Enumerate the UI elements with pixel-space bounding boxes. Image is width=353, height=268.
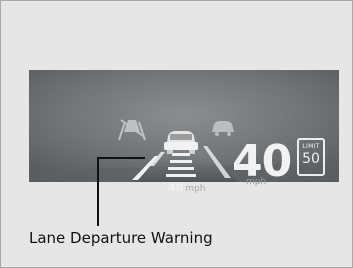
- speed-unit: mph: [246, 177, 267, 187]
- callout-leader-horizontal: [97, 157, 145, 159]
- hud-scene: [29, 70, 339, 182]
- speed-limit-sign: LIMIT 50: [297, 138, 325, 176]
- hud-display: [29, 70, 339, 182]
- acc-set-speed-value: 40: [168, 181, 184, 194]
- callout-leader-vertical: [97, 158, 99, 226]
- speed-limit-label: LIMIT: [302, 143, 320, 150]
- acc-set-speed: 40 mph: [168, 181, 206, 194]
- speed-limit-value: 50: [302, 151, 320, 167]
- callout-caption: Lane Departure Warning: [29, 229, 213, 247]
- acc-unit: mph: [185, 184, 206, 194]
